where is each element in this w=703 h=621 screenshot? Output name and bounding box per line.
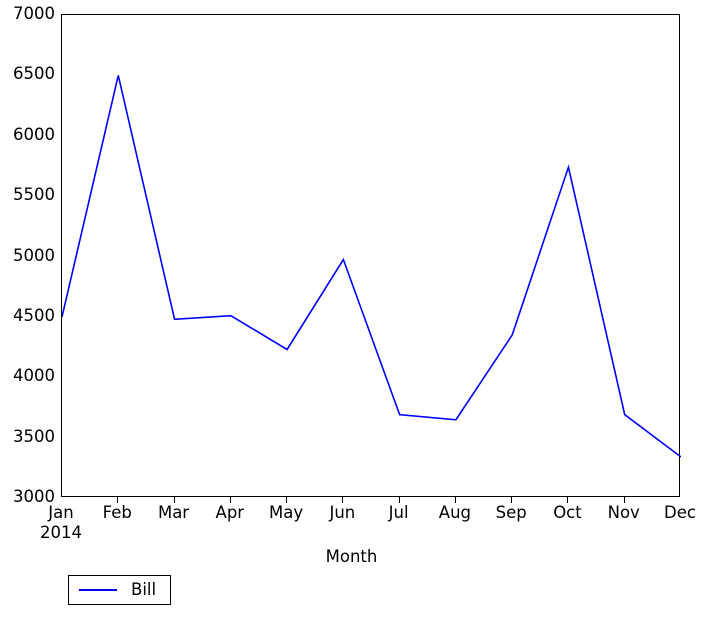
x-axis-tick-label: Mar	[157, 503, 190, 522]
x-axis-tick-label: Feb	[102, 503, 132, 522]
plot-area	[61, 14, 681, 497]
x-axis-tick-label: Jul	[388, 503, 409, 522]
y-axis-tick-label: 7000	[13, 4, 55, 23]
series-plot	[62, 75, 681, 458]
y-axis-tick-label: 4000	[13, 366, 55, 386]
y-axis-tick-label: 3500	[13, 426, 55, 446]
x-axis-tick-label: Aug	[438, 503, 472, 522]
x-axis-tick-label: Apr	[215, 503, 245, 522]
y-axis-tick-label: 4500	[13, 305, 55, 325]
chart-figure: 3000 3500 4000 4500 5000 5500 6000 6500 7000 Jan…	[0, 0, 703, 621]
y-axis-tick-label: 5500	[13, 185, 55, 205]
legend-line-swatch-bill	[79, 589, 117, 591]
y-axis-tick-labels: 3000 3500 4000 4500 5000 5500 6000 6500 7000	[0, 0, 55, 520]
legend: Bill	[68, 575, 172, 605]
x-axis-tick-label: Sep	[495, 503, 527, 522]
x-axis-tick-label: Nov	[607, 503, 640, 522]
x-axis-tick-label: Oct	[553, 503, 582, 522]
y-axis-tick-label: 3000	[13, 487, 55, 506]
x-axis-year-label: 2014	[40, 523, 82, 542]
x-axis-title: Month	[325, 547, 378, 566]
x-axis-tick-label: Dec	[664, 503, 696, 522]
y-axis-tick-label: 6500	[13, 64, 55, 84]
x-axis-tick-label: Jan	[48, 503, 74, 522]
x-axis-tick-label: May	[269, 503, 304, 522]
series-line-bill	[62, 75, 681, 458]
y-axis-tick-label: 6000	[13, 124, 55, 144]
x-axis-tick-label: Jun	[329, 503, 356, 522]
legend-label-bill: Bill	[131, 580, 157, 599]
y-axis-tick-label: 5000	[13, 245, 55, 265]
